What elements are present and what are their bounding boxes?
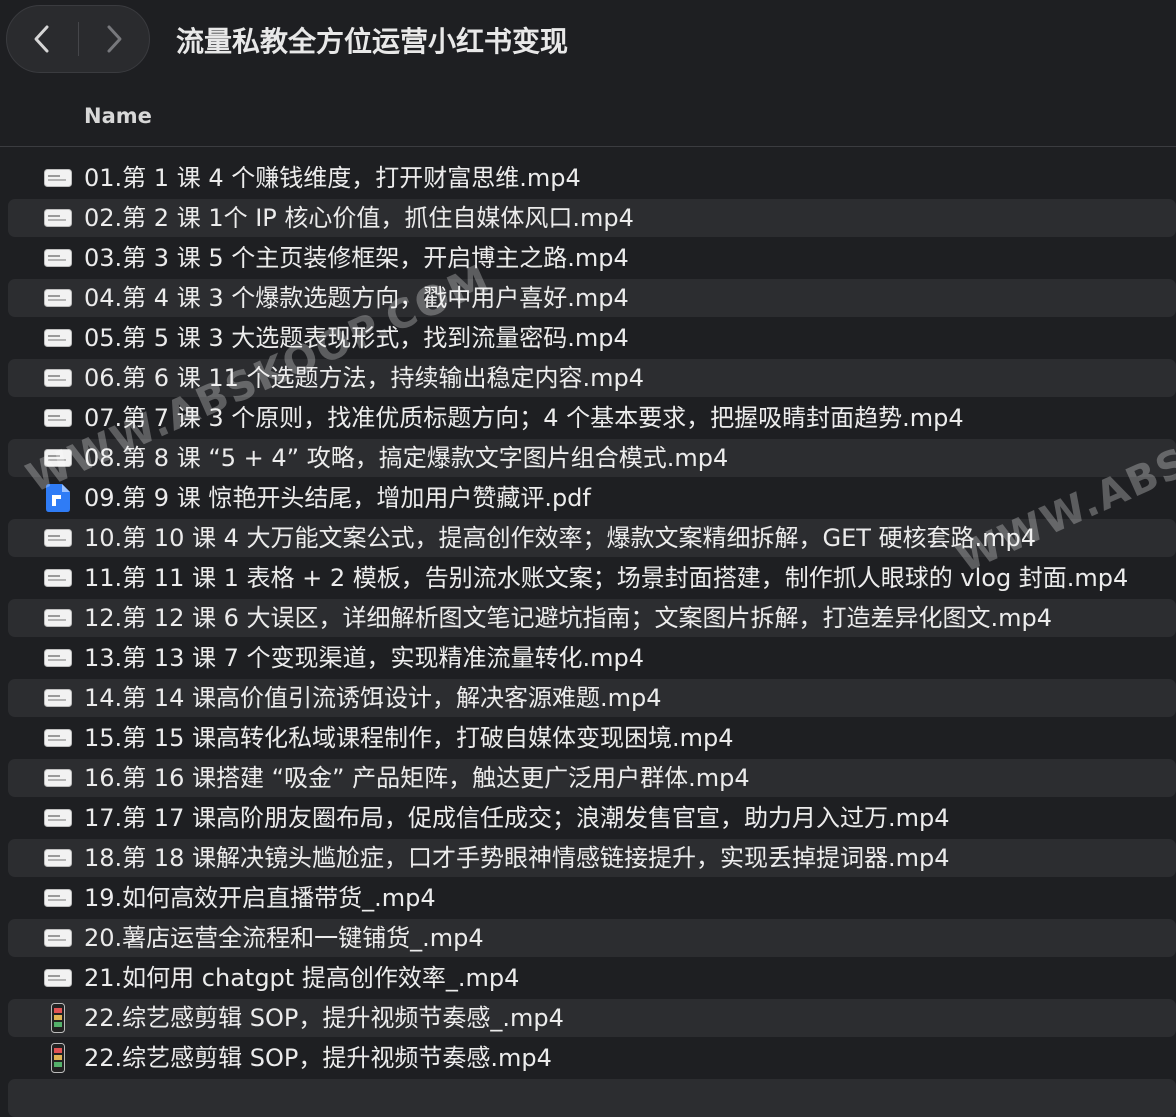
file-row[interactable]: 02.第 2 课 1个 IP 核心价值，抓住自媒体风口.mp4 [8,199,1176,237]
file-row[interactable]: 09.第 9 课 惊艳开头结尾，增加用户赞藏评.pdf [8,479,1176,517]
file-row[interactable]: 22.综艺感剪辑 SOP，提升视频节奏感.mp4 [8,1039,1176,1077]
file-row[interactable]: 01.第 1 课 4 个赚钱维度，打开财富思维.mp4 [8,159,1176,197]
file-row[interactable]: 17.第 17 课高阶朋友圈布局，促成信任成交；浪潮发售官宣，助力月入过万.mp… [8,799,1176,837]
file-name: 07.第 7 课 3 个原则，找准优质标题方向；4 个基本要求，把握吸睛封面趋势… [84,404,964,432]
video-thumbnail-icon [44,369,72,387]
file-name: 08.第 8 课 “5 + 4” 攻略，搞定爆款文字图片组合模式.mp4 [84,444,729,472]
back-button[interactable] [7,6,77,72]
video-thumbnail-icon [44,329,72,347]
file-row[interactable]: 16.第 16 课搭建 “吸金” 产品矩阵，触达更广泛用户群体.mp4 [8,759,1176,797]
file-name: 10.第 10 课 4 大万能文案公式，提高创作效率；爆款文案精细拆解，GET … [84,524,1037,552]
video-thumbnail-icon [44,609,72,627]
video-thumbnail-icon [44,729,72,747]
finder-toolbar: 流量私教全方位运营小红书变现 [0,0,1176,88]
chevron-left-icon [34,25,49,53]
file-row[interactable]: 18.第 18 课解决镜头尴尬症，口才手势眼神情感链接提升，实现丢掉提词器.mp… [8,839,1176,877]
file-row[interactable]: 13.第 13 课 7 个变现渠道，实现精准流量转化.mp4 [8,639,1176,677]
file-name: 05.第 5 课 3 大选题表现形式，找到流量密码.mp4 [84,324,629,352]
file-name: 21.如何用 chatgpt 提高创作效率_.mp4 [84,964,520,992]
file-row[interactable]: 06.第 6 课 11 个选题方法，持续输出稳定内容.mp4 [8,359,1176,397]
file-name: 01.第 1 课 4 个赚钱维度，打开财富思维.mp4 [84,164,581,192]
file-name: 20.薯店运营全流程和一键铺货_.mp4 [84,924,484,952]
file-row[interactable]: 10.第 10 课 4 大万能文案公式，提高创作效率；爆款文案精细拆解，GET … [8,519,1176,557]
file-row[interactable]: 19.如何高效开启直播带货_.mp4 [8,879,1176,917]
file-name: 09.第 9 课 惊艳开头结尾，增加用户赞藏评.pdf [84,484,591,512]
file-name: 15.第 15 课高转化私域课程制作，打破自媒体变现困境.mp4 [84,724,734,752]
file-name: 12.第 12 课 6 大误区，详细解析图文笔记避坑指南；文案图片拆解，打造差异… [84,604,1053,632]
phone-video-icon [51,1003,65,1033]
file-row[interactable]: 22.综艺感剪辑 SOP，提升视频节奏感_.mp4 [8,999,1176,1037]
file-name: 16.第 16 课搭建 “吸金” 产品矩阵，触达更广泛用户群体.mp4 [84,764,750,792]
video-thumbnail-icon [44,809,72,827]
list-header: Name [0,92,1176,147]
file-row[interactable]: 08.第 8 课 “5 + 4” 攻略，搞定爆款文字图片组合模式.mp4 [8,439,1176,477]
file-name: 11.第 11 课 1 表格 + 2 模板，告别流水账文案；场景封面搭建，制作抓… [84,564,1129,592]
video-thumbnail-icon [44,769,72,787]
video-thumbnail-icon [44,569,72,587]
video-thumbnail-icon [44,209,72,227]
video-thumbnail-icon [44,409,72,427]
video-thumbnail-icon [44,249,72,267]
file-name: 18.第 18 课解决镜头尴尬症，口才手势眼神情感链接提升，实现丢掉提词器.mp… [84,844,950,872]
file-name: 22.综艺感剪辑 SOP，提升视频节奏感_.mp4 [84,1004,564,1032]
file-row[interactable]: 07.第 7 课 3 个原则，找准优质标题方向；4 个基本要求，把握吸睛封面趋势… [8,399,1176,437]
pdf-icon [46,484,70,512]
video-thumbnail-icon [44,529,72,547]
file-row[interactable]: 04.第 4 课 3 个爆款选题方向，戳中用户喜好.mp4 [8,279,1176,317]
video-thumbnail-icon [44,449,72,467]
file-row[interactable]: 15.第 15 课高转化私域课程制作，打破自媒体变现困境.mp4 [8,719,1176,757]
file-name: 04.第 4 课 3 个爆款选题方向，戳中用户喜好.mp4 [84,284,629,312]
navigation-buttons [6,5,150,73]
chevron-right-icon [107,25,122,53]
video-thumbnail-icon [44,649,72,667]
video-thumbnail-icon [44,929,72,947]
file-name: 22.综艺感剪辑 SOP，提升视频节奏感.mp4 [84,1044,552,1072]
file-row[interactable]: 03.第 3 课 5 个主页装修框架，开启博主之路.mp4 [8,239,1176,277]
empty-row [8,1079,1176,1117]
column-header-name[interactable]: Name [84,104,152,128]
forward-button[interactable] [79,6,149,72]
file-name: 17.第 17 课高阶朋友圈布局，促成信任成交；浪潮发售官宣，助力月入过万.mp… [84,804,950,832]
file-name: 06.第 6 课 11 个选题方法，持续输出稳定内容.mp4 [84,364,645,392]
file-row[interactable]: 21.如何用 chatgpt 提高创作效率_.mp4 [8,959,1176,997]
video-thumbnail-icon [44,889,72,907]
window-title: 流量私教全方位运营小红书变现 [176,25,569,58]
file-row[interactable]: 20.薯店运营全流程和一键铺货_.mp4 [8,919,1176,957]
file-row[interactable]: 14.第 14 课高价值引流诱饵设计，解决客源难题.mp4 [8,679,1176,717]
video-thumbnail-icon [44,969,72,987]
video-thumbnail-icon [44,169,72,187]
file-row[interactable]: 11.第 11 课 1 表格 + 2 模板，告别流水账文案；场景封面搭建，制作抓… [8,559,1176,597]
file-row[interactable]: 12.第 12 课 6 大误区，详细解析图文笔记避坑指南；文案图片拆解，打造差异… [8,599,1176,637]
file-name: 19.如何高效开启直播带货_.mp4 [84,884,436,912]
file-name: 14.第 14 课高价值引流诱饵设计，解决客源难题.mp4 [84,684,662,712]
video-thumbnail-icon [44,849,72,867]
video-thumbnail-icon [44,289,72,307]
file-name: 13.第 13 课 7 个变现渠道，实现精准流量转化.mp4 [84,644,645,672]
phone-video-icon [51,1043,65,1073]
video-thumbnail-icon [44,689,72,707]
file-row[interactable]: 05.第 5 课 3 大选题表现形式，找到流量密码.mp4 [8,319,1176,357]
file-name: 03.第 3 课 5 个主页装修框架，开启博主之路.mp4 [84,244,629,272]
file-name: 02.第 2 课 1个 IP 核心价值，抓住自媒体风口.mp4 [84,204,634,232]
